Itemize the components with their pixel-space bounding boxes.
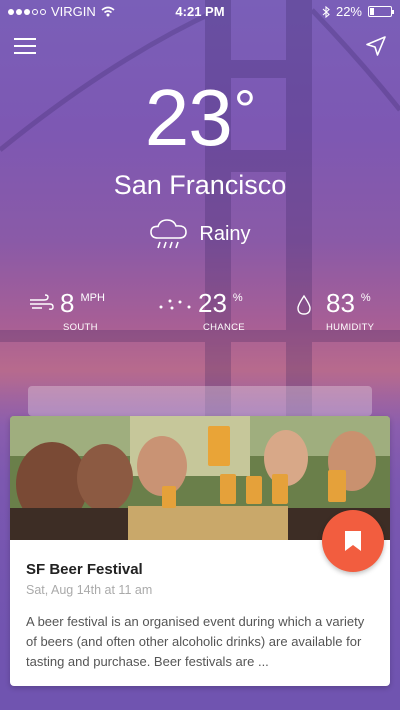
location-arrow-icon[interactable] — [364, 34, 388, 58]
wind-unit: MPH — [80, 292, 105, 304]
event-description: A beer festival is an organised event du… — [26, 614, 365, 669]
battery-icon — [368, 6, 394, 17]
status-bar: VIRGIN 4:21 PM 22% — [0, 0, 400, 22]
menu-icon-line — [14, 52, 36, 54]
degree-symbol: ° — [233, 78, 256, 141]
weather-condition: Rainy — [0, 218, 400, 250]
wind-icon — [30, 294, 54, 310]
temperature-value: 23 — [144, 73, 233, 162]
stat-chance: 23 % CHANCE — [158, 290, 278, 333]
event-title: SF Beer Festival — [26, 561, 143, 578]
status-right: 22% — [322, 4, 394, 19]
rain-cloud-icon — [150, 219, 188, 249]
weather-stats: 8 MPH SOUTH 23 % CHANCE 83 % HUMIDITY — [0, 290, 400, 340]
menu-icon-line — [14, 45, 36, 47]
stat-humidity: 83 % HUMIDITY — [296, 290, 400, 333]
rain-chance-unit: % — [232, 292, 243, 304]
stacked-card-shadow — [28, 386, 372, 416]
humidity-value: 83 — [326, 288, 355, 318]
rain-chance: 23 — [198, 288, 227, 318]
wind-speed: 8 — [60, 288, 75, 318]
menu-button[interactable] — [14, 38, 36, 54]
condition-label: Rainy — [199, 222, 251, 245]
wind-direction: SOUTH — [63, 322, 98, 333]
rain-chance-label: CHANCE — [203, 322, 245, 333]
bridge-background — [0, 0, 400, 420]
temperature: 23° — [0, 78, 400, 158]
humidity-unit: % — [360, 292, 371, 304]
rain-drops-icon — [159, 299, 191, 310]
city-name: San Francisco — [113, 170, 287, 200]
stat-wind: 8 MPH SOUTH — [28, 290, 148, 333]
bookmark-icon — [345, 531, 361, 551]
bookmark-button[interactable] — [322, 510, 384, 572]
event-date: Sat, Aug 14th at 11 am — [26, 583, 153, 597]
menu-icon — [14, 38, 36, 40]
bluetooth-icon — [322, 5, 330, 18]
battery-percent: 22% — [335, 4, 362, 19]
humidity-label: HUMIDITY — [326, 322, 375, 333]
droplet-icon — [297, 294, 311, 315]
